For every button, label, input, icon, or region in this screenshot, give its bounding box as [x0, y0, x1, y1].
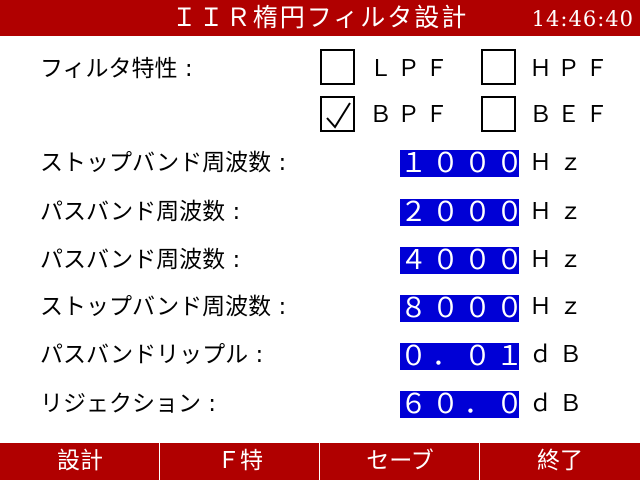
function-bar: 設計 Ｆ特 セーブ 終了: [0, 443, 640, 480]
unit-label: Ｈｚ: [529, 199, 589, 225]
freq-response-button[interactable]: Ｆ特: [160, 443, 320, 480]
param-label: パスバンドリップル :: [40, 342, 264, 368]
check-mark-icon: [326, 102, 351, 129]
param-label: リジェクション :: [40, 391, 217, 417]
param-label: パスバンド周波数 :: [40, 247, 241, 273]
bpf-checkbox[interactable]: [320, 96, 355, 132]
exit-button[interactable]: 終了: [480, 443, 640, 480]
bef-label: ＢＥＦ: [529, 102, 613, 128]
clock: 14:46:40: [531, 7, 634, 31]
stopband-low-freq-field[interactable]: １０００: [400, 150, 519, 177]
save-button[interactable]: セーブ: [320, 443, 480, 480]
title-bar: ＩＩＲ楕円フィルタ設計 14:46:40: [0, 0, 640, 36]
lpf-label: ＬＰＦ: [369, 56, 453, 82]
unit-label: ｄＢ: [529, 391, 589, 417]
rejection-field[interactable]: ６０．００: [400, 391, 519, 418]
passband-ripple-field[interactable]: ０．０１: [400, 343, 519, 370]
param-label: パスバンド周波数 :: [40, 199, 241, 225]
unit-label: Ｈｚ: [529, 294, 589, 320]
lpf-checkbox[interactable]: [320, 49, 355, 85]
passband-low-freq-field[interactable]: ２０００: [400, 199, 519, 226]
param-label: ストップバンド周波数 :: [40, 150, 287, 176]
unit-label: Ｈｚ: [529, 247, 589, 273]
unit-label: ｄＢ: [529, 342, 589, 368]
bpf-label: ＢＰＦ: [369, 102, 453, 128]
unit-label: Ｈｚ: [529, 150, 589, 176]
stopband-high-freq-field[interactable]: ８０００: [400, 295, 519, 322]
hpf-label: ＨＰＦ: [529, 56, 613, 82]
bef-checkbox[interactable]: [481, 96, 516, 132]
hpf-checkbox[interactable]: [481, 49, 516, 85]
design-button[interactable]: 設計: [0, 443, 160, 480]
passband-high-freq-field[interactable]: ４０００: [400, 247, 519, 274]
filter-type-label: フィルタ特性 :: [40, 56, 193, 82]
param-label: ストップバンド周波数 :: [40, 294, 287, 320]
